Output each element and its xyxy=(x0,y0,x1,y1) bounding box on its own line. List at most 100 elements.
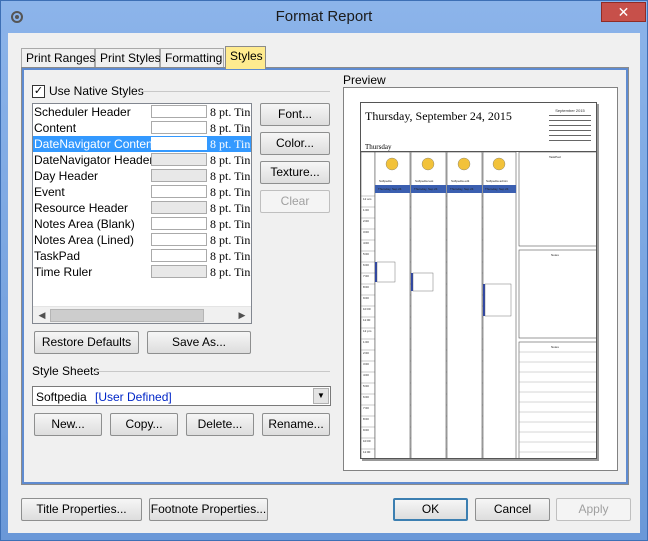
preview-day-label: Thursday xyxy=(365,143,392,151)
restore-defaults-button[interactable]: Restore Defaults xyxy=(34,331,139,354)
window-title: Format Report xyxy=(275,8,373,25)
mini-calendar-grid xyxy=(549,115,591,141)
style-font: 8 pt. Tin xyxy=(210,217,251,231)
title-properties-button[interactable]: Title Properties... xyxy=(21,498,142,521)
preview-hour: 3:00 xyxy=(363,230,369,234)
apply-button[interactable]: Apply xyxy=(556,498,631,521)
footnote-properties-button[interactable]: Footnote Properties... xyxy=(149,498,268,521)
tab-formatting[interactable]: Formatting xyxy=(160,48,224,68)
tab-print-ranges[interactable]: Print Ranges xyxy=(21,48,95,68)
cancel-button[interactable]: Cancel xyxy=(475,498,550,521)
style-row-notes-area-blank[interactable]: Notes Area (Blank) 8 pt. Tin xyxy=(33,216,251,232)
delete-style-sheet-button[interactable]: Delete... xyxy=(186,413,254,436)
style-list[interactable]: Scheduler Header 8 pt. Tin Content 8 pt.… xyxy=(32,103,252,324)
copy-style-sheet-button[interactable]: Copy... xyxy=(110,413,178,436)
style-row-scheduler-header[interactable]: Scheduler Header 8 pt. Tin xyxy=(33,104,251,120)
format-report-window: Format Report ✕ Print Ranges Print Style… xyxy=(0,0,648,541)
dialog-client: Print Ranges Print Styles Formatting Sty… xyxy=(8,33,640,533)
style-row-taskpad[interactable]: TaskPad 8 pt. Tin xyxy=(33,248,251,264)
use-native-styles-checkbox[interactable]: ✓ xyxy=(32,84,45,98)
style-color-swatch xyxy=(151,249,207,262)
styles-tab-panel: ✓ Use Native Styles Scheduler Header 8 p… xyxy=(21,67,629,485)
style-name: Event xyxy=(34,185,65,199)
preview-hour: 2:00 xyxy=(363,219,369,223)
color-button[interactable]: Color... xyxy=(260,132,330,155)
style-name: Time Ruler xyxy=(34,265,93,279)
preview-label: Preview xyxy=(343,73,386,87)
preview-hour: 11:00 xyxy=(363,450,371,454)
texture-button[interactable]: Texture... xyxy=(260,161,330,184)
style-color-swatch xyxy=(151,217,207,230)
save-as-button[interactable]: Save As... xyxy=(147,331,251,354)
style-color-swatch xyxy=(151,265,207,278)
preview-resource-4: Softpedia admin xyxy=(486,179,508,183)
style-color-swatch xyxy=(151,121,207,134)
style-color-swatch xyxy=(151,169,207,182)
style-sheet-name: Softpedia xyxy=(36,390,87,404)
scroll-left-icon[interactable]: ◀ xyxy=(35,309,49,322)
style-name: Scheduler Header xyxy=(34,105,131,119)
style-name: Day Header xyxy=(34,169,99,183)
style-row-event[interactable]: Event 8 pt. Tin xyxy=(33,184,251,200)
group-divider xyxy=(140,91,330,92)
style-sheet-kind: [User Defined] xyxy=(95,390,172,404)
style-row-day-header[interactable]: Day Header 8 pt. Tin xyxy=(33,168,251,184)
style-font: 8 pt. Tin xyxy=(210,153,251,167)
style-row-resource-header[interactable]: Resource Header 8 pt. Tin xyxy=(33,200,251,216)
style-row-datenavigator-content[interactable]: DateNavigator Content 8 pt. Tin xyxy=(33,136,251,152)
style-row-datenavigator-header[interactable]: DateNavigator Header 8 pt. Tin xyxy=(33,152,251,168)
font-button[interactable]: Font... xyxy=(260,103,330,126)
style-row-notes-area-lined[interactable]: Notes Area (Lined) 8 pt. Tin xyxy=(33,232,251,248)
style-font: 8 pt. Tin xyxy=(210,121,251,135)
style-name: Resource Header xyxy=(34,201,129,215)
use-native-styles-label: Use Native Styles xyxy=(49,84,144,98)
scroll-right-icon[interactable]: ▶ xyxy=(235,309,249,322)
preview-frame: Thursday, September 24, 2015 Thursday Se… xyxy=(343,87,618,471)
use-native-styles[interactable]: ✓ Use Native Styles xyxy=(32,84,144,98)
preview-notes-label: Notes xyxy=(551,345,559,349)
style-sheets-label: Style Sheets xyxy=(32,364,100,378)
horizontal-scrollbar[interactable]: ◀ ▶ xyxy=(33,306,251,323)
style-font: 8 pt. Tin xyxy=(210,249,251,263)
new-style-sheet-button[interactable]: New... xyxy=(34,413,102,436)
style-color-swatch xyxy=(151,105,207,118)
style-sheets-divider xyxy=(92,371,330,372)
style-font: 8 pt. Tin xyxy=(210,201,251,215)
preview-day-header: Thursday, Sep 24 xyxy=(414,187,438,191)
title-bar[interactable]: Format Report ✕ xyxy=(1,1,647,33)
tab-print-styles[interactable]: Print Styles xyxy=(95,48,161,68)
preview-hour: 10:00 xyxy=(363,307,371,311)
preview-hour: 4:00 xyxy=(363,241,369,245)
preview-hour: 7:00 xyxy=(363,274,369,278)
chevron-down-icon[interactable]: ▼ xyxy=(313,388,329,404)
style-color-swatch xyxy=(151,153,207,166)
preview-hour: 12 am xyxy=(363,197,372,201)
preview-hour: 3:00 xyxy=(363,362,369,366)
rename-style-sheet-button[interactable]: Rename... xyxy=(262,413,330,436)
preview-page: Thursday, September 24, 2015 Thursday Se… xyxy=(360,102,597,459)
style-sheet-select[interactable]: Softpedia [User Defined] ▼ xyxy=(32,386,331,406)
tab-styles[interactable]: Styles xyxy=(225,46,266,69)
preview-hour: 5:00 xyxy=(363,252,369,256)
scroll-thumb[interactable] xyxy=(50,309,204,322)
preview-hour: 12 pm xyxy=(363,329,372,333)
style-color-swatch xyxy=(151,201,207,214)
preview-notes-label: Notes xyxy=(551,253,559,257)
style-name: Notes Area (Lined) xyxy=(34,233,135,247)
style-font: 8 pt. Tin xyxy=(210,105,251,119)
preview-hour: 7:00 xyxy=(363,406,369,410)
style-row-time-ruler[interactable]: Time Ruler 8 pt. Tin xyxy=(33,264,251,280)
style-row-content[interactable]: Content 8 pt. Tin xyxy=(33,120,251,136)
style-color-swatch xyxy=(151,185,207,198)
preview-hour: 11:00 xyxy=(363,318,371,322)
style-color-swatch xyxy=(151,233,207,246)
preview-hour: 9:00 xyxy=(363,428,369,432)
close-button[interactable]: ✕ xyxy=(601,2,646,22)
ok-button[interactable]: OK xyxy=(393,498,468,521)
preview-hour: 8:00 xyxy=(363,285,369,289)
preview-hour: 1:00 xyxy=(363,340,369,344)
style-font: 8 pt. Tin xyxy=(210,185,251,199)
preview-hour: 4:00 xyxy=(363,373,369,377)
clear-button[interactable]: Clear xyxy=(260,190,330,213)
preview-mini-calendar: September 2015 xyxy=(547,109,593,147)
